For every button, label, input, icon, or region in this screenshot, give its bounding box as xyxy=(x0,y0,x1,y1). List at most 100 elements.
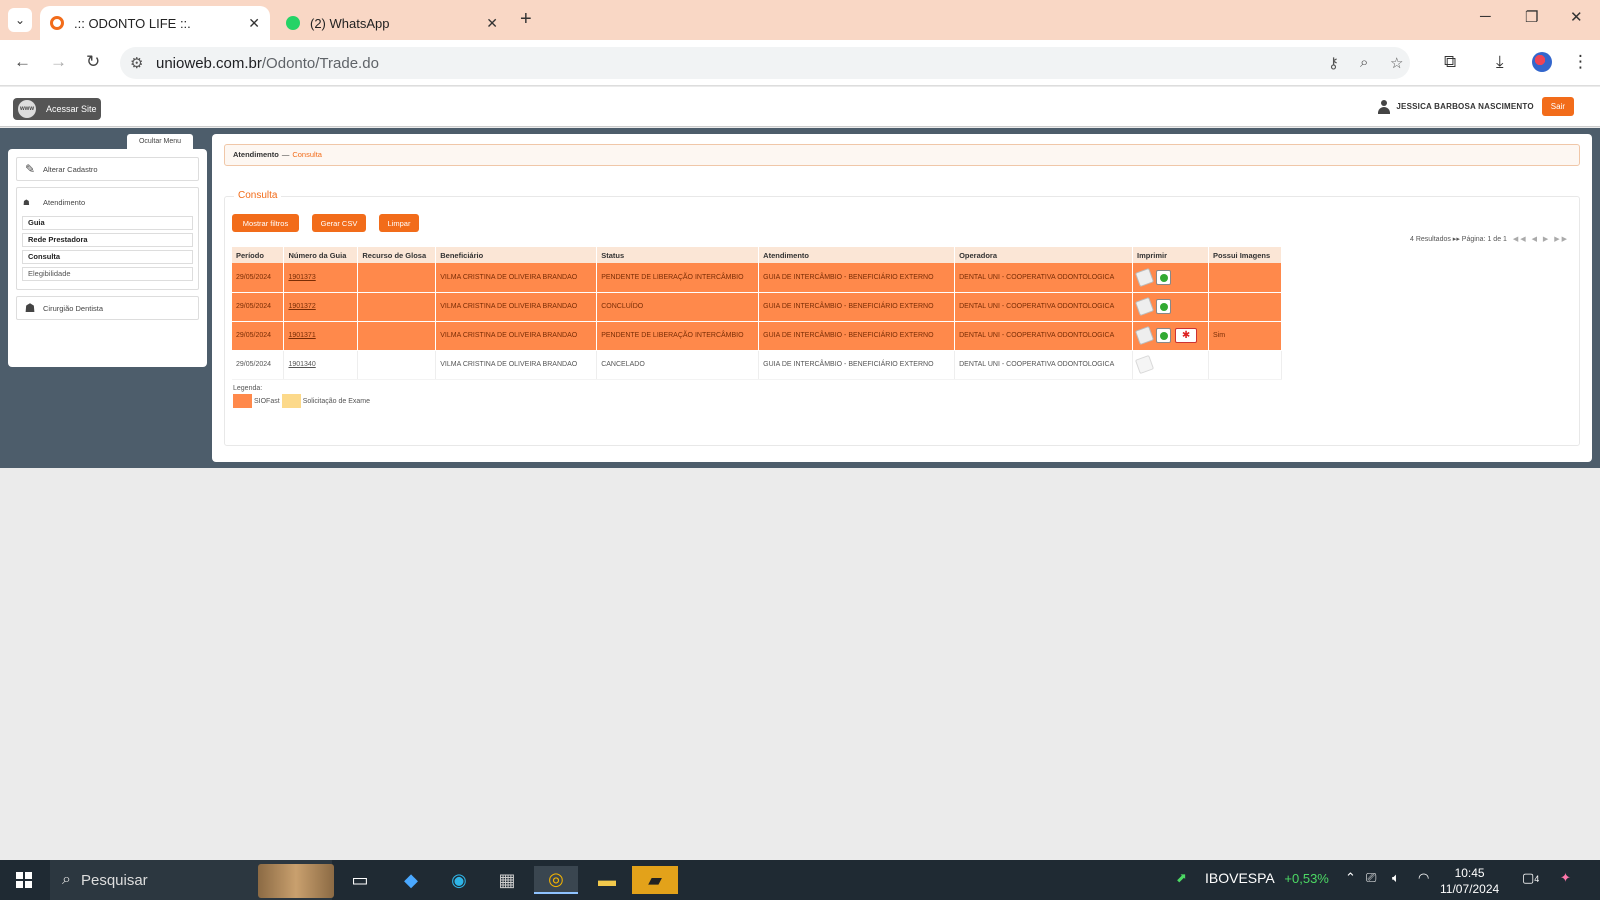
copilot-icon[interactable]: ✦ xyxy=(1560,870,1571,886)
cell-beneficiario: VILMA CRISTINA DE OLIVEIRA BRANDAO xyxy=(435,292,598,322)
back-icon[interactable]: ← xyxy=(14,52,31,72)
calculator-icon[interactable]: ▦ xyxy=(492,866,522,894)
user-icon xyxy=(1378,99,1391,114)
breadcrumb-current: Consulta xyxy=(292,150,322,159)
col-header-possui-imagens: Possui Imagens xyxy=(1208,247,1282,263)
cell-imprimir xyxy=(1132,263,1210,293)
print-approval-icon[interactable] xyxy=(1156,328,1172,343)
sidebar-subitem-rede-prestadora[interactable]: Rede Prestadora xyxy=(22,233,193,247)
print-guide-icon[interactable] xyxy=(1134,325,1155,346)
browser-menu-icon[interactable]: ⋮ xyxy=(1572,52,1589,72)
print-guide-icon[interactable] xyxy=(1134,296,1155,317)
cell-status: PENDENTE DE LIBERAÇÃO INTERCÂMBIO xyxy=(596,321,760,351)
close-tab-icon[interactable]: ✕ xyxy=(248,15,260,32)
hide-menu-toggle[interactable]: Ocultar Menu xyxy=(127,134,193,149)
cell-imprimir xyxy=(1132,350,1210,380)
tab-search-button[interactable]: ⌄ xyxy=(8,8,32,32)
acessar-site-button[interactable]: www Acessar Site xyxy=(13,98,101,120)
cell-operadora: DENTAL UNI - COOPERATIVA ODONTOLOGICA xyxy=(954,350,1134,380)
cell-atendimento: GUIA DE INTERCÂMBIO - BENEFICIÁRIO EXTER… xyxy=(758,292,956,322)
print-guide-icon[interactable] xyxy=(1134,267,1155,287)
print-guide-icon[interactable] xyxy=(1134,354,1155,375)
chrome-icon[interactable]: ◎ xyxy=(534,866,578,894)
network-icon[interactable]: ⎚ xyxy=(1366,870,1376,886)
dentist-user-icon: ☗ xyxy=(24,301,36,315)
cell-operadora: DENTAL UNI - COOPERATIVA ODONTOLOGICA xyxy=(954,263,1134,293)
clear-button[interactable]: Limpar xyxy=(379,214,419,232)
logout-button[interactable]: Sair xyxy=(1541,97,1574,116)
col-header-operadora: Operadora xyxy=(954,247,1134,263)
generate-csv-button[interactable]: Gerar CSV xyxy=(312,214,366,232)
edit-icon: ✎ xyxy=(24,162,36,176)
cell-periodo: 29/05/2024 xyxy=(232,350,285,380)
site-info-icon[interactable]: ⚙ xyxy=(130,54,143,72)
breadcrumb-atendimento[interactable]: Atendimento xyxy=(233,150,279,159)
search-icon: ⌕ xyxy=(62,871,71,888)
clock[interactable]: 10:45 11/07/2024 xyxy=(1440,865,1499,897)
wifi-icon[interactable]: ◠ xyxy=(1418,870,1429,886)
tooth-app-icon[interactable]: ◆ xyxy=(396,866,426,894)
legend-label: Legenda: xyxy=(233,385,263,392)
file-explorer-icon[interactable]: ▬ xyxy=(592,866,622,894)
password-key-icon[interactable]: ⚷ xyxy=(1328,54,1339,72)
sidebar-subitem-elegibilidade[interactable]: Elegibilidade xyxy=(22,267,193,281)
cell-imagens xyxy=(1208,292,1282,322)
tab-whatsapp[interactable]: (2) WhatsApp ✕ xyxy=(276,6,508,40)
close-tab-icon[interactable]: ✕ xyxy=(486,15,498,32)
legend-swatch-exame xyxy=(281,394,301,408)
windows-start-icon[interactable] xyxy=(16,872,32,888)
restore-icon[interactable]: ❐ xyxy=(1525,8,1538,26)
guia-link[interactable]: 1901340 xyxy=(288,361,315,368)
new-tab-button[interactable]: + xyxy=(520,8,532,31)
guia-link[interactable]: 1901372 xyxy=(288,303,315,310)
notification-count: 4 xyxy=(1534,874,1540,884)
show-filters-button[interactable]: Mostrar filtros xyxy=(232,214,299,232)
sidebar-subitem-consulta[interactable]: Consulta xyxy=(22,250,193,264)
forward-icon[interactable]: → xyxy=(50,52,67,72)
clock-date: 11/07/2024 xyxy=(1440,882,1500,896)
notifications-icon[interactable]: ▢4 xyxy=(1522,870,1539,886)
task-view-icon[interactable]: ▭ xyxy=(345,866,375,894)
reload-icon[interactable]: ↻ xyxy=(86,52,100,72)
tray-chevron-icon[interactable]: ⌃ xyxy=(1345,870,1356,886)
taskbar-search-label: Pesquisar xyxy=(80,871,148,889)
legend: SIOFast Solicitação de Exame xyxy=(233,394,370,408)
sticky-notes-icon[interactable]: ▰ xyxy=(632,866,678,894)
bookmark-star-icon[interactable]: ☆ xyxy=(1390,54,1403,72)
sidebar-item-alterar-cadastro[interactable]: ✎ Alterar Cadastro xyxy=(16,157,199,181)
table-row: 29/05/2024 1901373 VILMA CRISTINA DE OLI… xyxy=(232,263,1282,293)
guia-link[interactable]: 1901371 xyxy=(288,332,315,339)
minimize-icon[interactable]: ─ xyxy=(1480,8,1491,25)
pagination-arrows-icon[interactable]: ◀◀ ◀ ▶ ▶▶ xyxy=(1513,236,1569,243)
window-close-icon[interactable]: ✕ xyxy=(1570,8,1583,26)
legend-swatch-siofast xyxy=(233,394,252,408)
guia-link[interactable]: 1901373 xyxy=(288,274,315,281)
cell-status: CONCLUÍDO xyxy=(596,292,760,322)
download-icon[interactable]: ⤓ xyxy=(1496,52,1504,72)
cell-atendimento: GUIA DE INTERCÂMBIO - BENEFICIÁRIO EXTER… xyxy=(758,350,956,380)
address-bar[interactable]: ⚙ unioweb.com.br/Odonto/Trade.do ⚷ ⌕ ☆ xyxy=(120,47,1410,79)
profile-avatar[interactable] xyxy=(1532,52,1552,72)
whatsapp-favicon-icon xyxy=(286,16,300,30)
medical-images-icon[interactable]: ✱ xyxy=(1175,328,1198,343)
print-approval-icon[interactable] xyxy=(1156,299,1172,314)
pagination: 4 Resultados ▸▸ Página: 1 de 1 ◀◀ ◀ ▶ ▶▶ xyxy=(1410,235,1569,243)
print-approval-icon[interactable] xyxy=(1156,269,1172,285)
col-header-status: Status xyxy=(596,247,760,263)
zoom-icon[interactable]: ⌕ xyxy=(1360,54,1368,71)
cell-glosa xyxy=(357,263,437,293)
sidebar-subitem-guia[interactable]: Guia xyxy=(22,216,193,230)
extensions-icon[interactable]: ⧉ xyxy=(1444,52,1456,72)
volume-icon[interactable]: 🔈︎ xyxy=(1392,870,1400,886)
cell-operadora: DENTAL UNI - COOPERATIVA ODONTOLOGICA xyxy=(954,292,1134,322)
sidebar-item-atendimento[interactable]: ☗ Atendimento xyxy=(22,192,193,212)
sidebar-item-cirurgiao-dentista[interactable]: ☗ Cirurgião Dentista xyxy=(16,296,199,320)
tab-odonto-life[interactable]: .:: ODONTO LIFE ::. ✕ xyxy=(40,6,270,40)
breadcrumb: Atendimento — Consulta xyxy=(224,144,1580,166)
col-header-imprimir: Imprimir xyxy=(1132,247,1210,263)
sidebar-item-label: Cirurgião Dentista xyxy=(43,303,104,313)
ticker-widget[interactable]: IBOVESPA +0,53% xyxy=(1205,870,1329,886)
edge-icon[interactable]: ◉ xyxy=(444,866,474,894)
taskbar: ⌕ Pesquisar ▭ ◆ ◉ ▦ ◎ ▬ ▰ ⬈ IBOVESPA +0,… xyxy=(0,860,1600,900)
legend-item-exame: Solicitação de Exame xyxy=(302,397,371,405)
